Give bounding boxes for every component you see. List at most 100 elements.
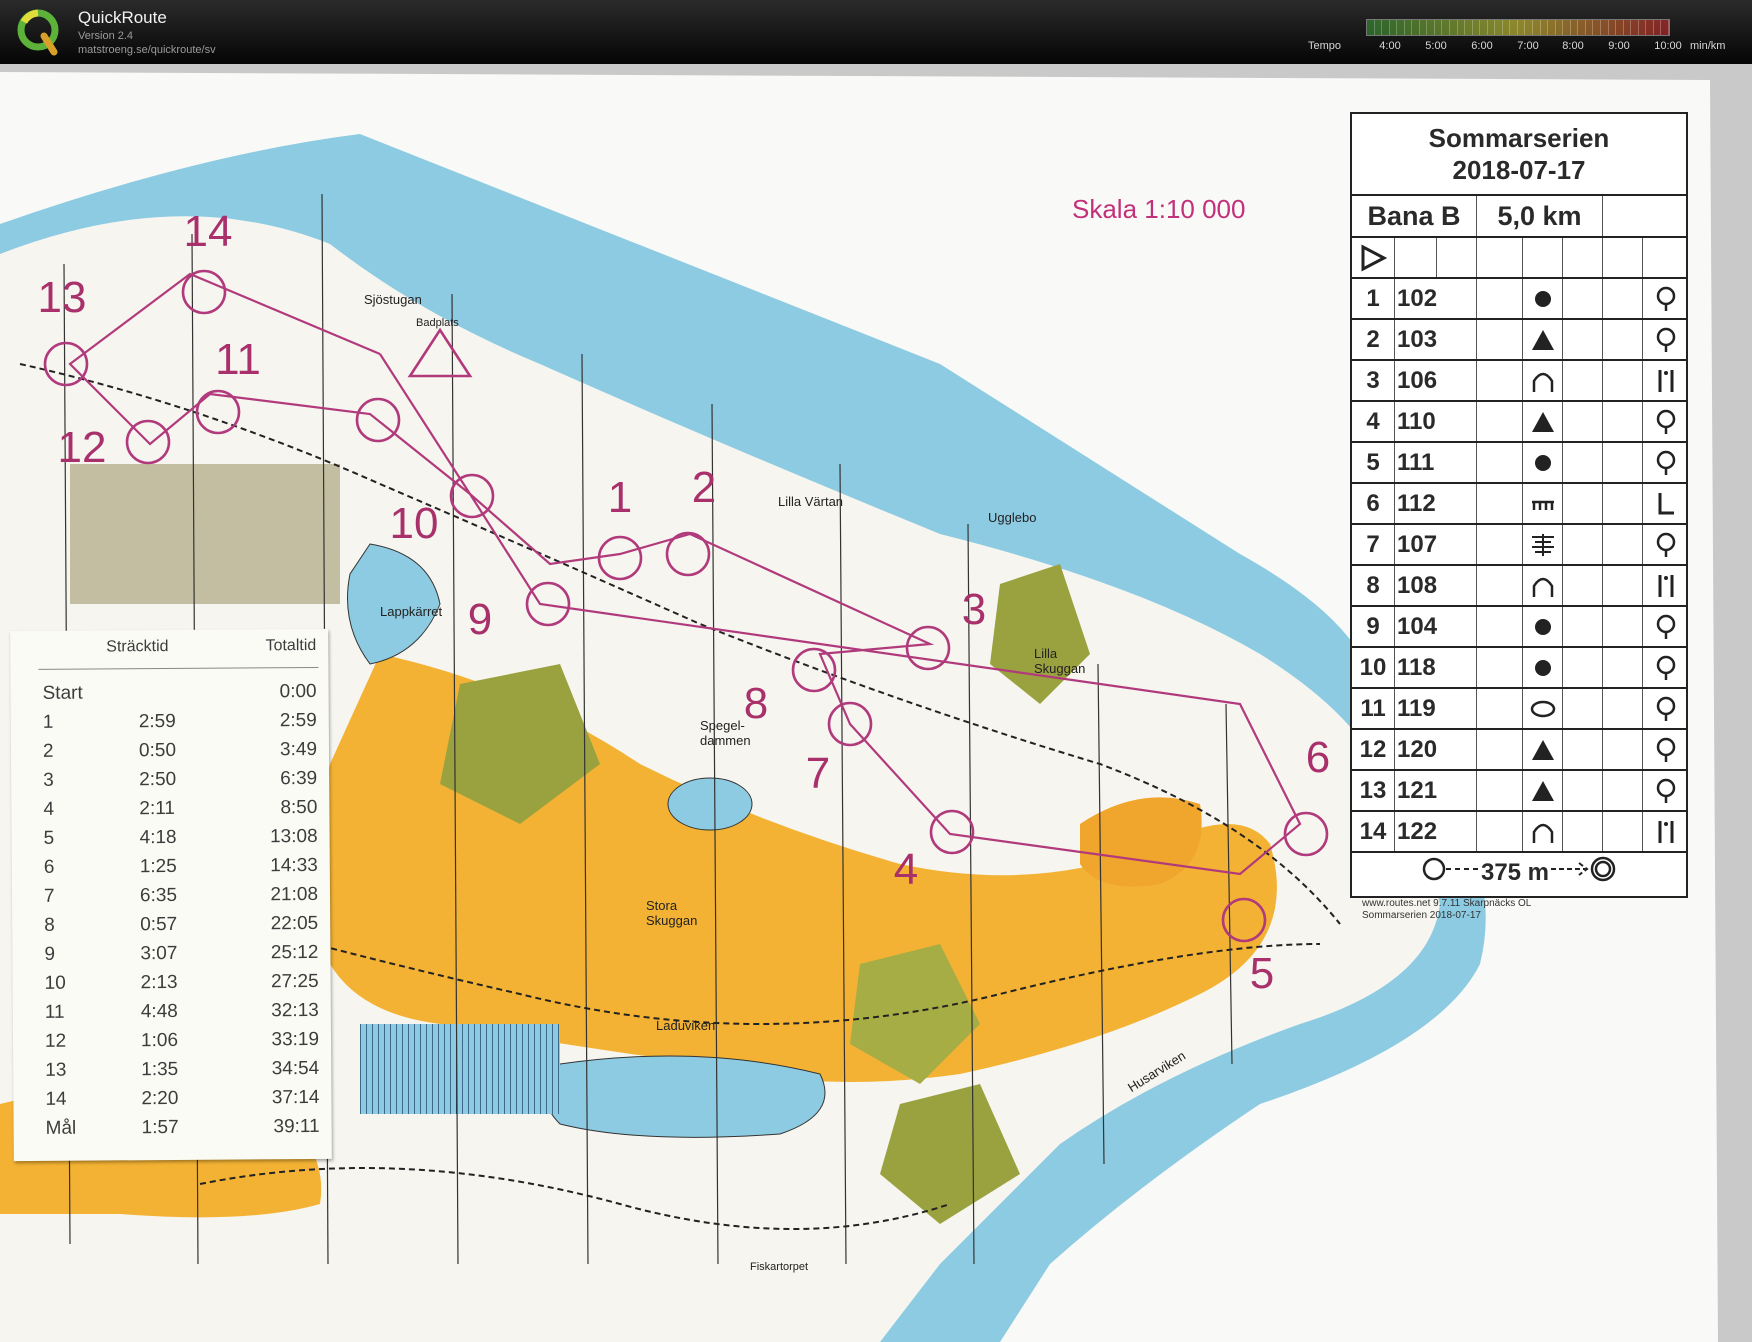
blank-cell: [1602, 771, 1642, 810]
tempo-tick: 10:00: [1654, 40, 1682, 52]
knoll-icon: [1642, 402, 1688, 441]
total-time-header: Totaltid: [265, 636, 317, 655]
blank-cell: [1476, 361, 1522, 400]
control-number: 10: [389, 499, 439, 548]
blank-cell: [1562, 730, 1602, 769]
blank-cell: [1476, 566, 1522, 605]
finish-row: 375 m: [1352, 851, 1688, 892]
control-description-sheet: Sommarserien 2018-07-17 Bana B 5,0 km 1 102…: [1350, 112, 1688, 898]
control-row: 7 107: [1352, 523, 1688, 564]
dot-icon: [1522, 279, 1562, 318]
tempo-segment: [1434, 20, 1443, 35]
tempo-segment: [1548, 20, 1556, 35]
blank-cell: [1602, 566, 1642, 605]
tempo-segment: [1570, 20, 1579, 35]
tempo-segment: [1510, 20, 1518, 35]
control-number: 5: [1249, 949, 1275, 998]
blank-cell: [1476, 812, 1522, 851]
app-url[interactable]: matstroeng.se/quickroute/sv: [78, 44, 216, 56]
control-number: 6: [1305, 733, 1331, 782]
triangle-icon: [1522, 320, 1562, 359]
place-name: Ugglebo: [988, 510, 1037, 525]
split-leg-time: 2:20: [141, 1087, 179, 1110]
bar-icon: [1642, 812, 1688, 851]
tempo-segment: [1450, 20, 1458, 35]
circle-start-icon: [1421, 856, 1481, 889]
knoll-icon: [1642, 525, 1688, 564]
course-header-row: Bana B 5,0 km: [1352, 194, 1688, 236]
split-total-time: 32:13: [271, 999, 319, 1022]
split-control: 5: [43, 827, 55, 849]
control-number: 3: [961, 585, 987, 634]
tempo-segment: [1495, 20, 1503, 35]
split-control: 11: [44, 1001, 65, 1023]
event-date: 2018-07-17: [1452, 155, 1586, 185]
split-control: 6: [43, 856, 55, 878]
control-order: 1: [1366, 284, 1380, 312]
split-total-time: 21:08: [270, 883, 319, 906]
knoll-icon: [1642, 320, 1688, 359]
split-leg-time: 6:35: [139, 884, 178, 907]
blank-cell: [1602, 648, 1642, 687]
split-leg-time: 0:57: [140, 913, 178, 936]
control-order: 5: [1366, 448, 1380, 476]
blank-cell: [1562, 279, 1602, 318]
split-row: 13 1:35 34:54: [13, 1058, 331, 1089]
event-name: Sommarserien: [1428, 123, 1610, 153]
control-number: 2: [691, 463, 717, 512]
place-name: Lilla Värtan: [778, 494, 844, 509]
control-number: 14: [183, 207, 233, 256]
map-viewport[interactable]: 1 2 3 4 5 6 7 8 9 10 11 12 13 14 Sjöstug…: [0, 64, 1752, 1342]
blank-cell: [1562, 320, 1602, 359]
control-row: 14 122: [1352, 810, 1688, 851]
tempo-segment: [1525, 20, 1534, 35]
credit-line: www.routes.net 9.7.11 Skarpnäcks OL: [1362, 898, 1532, 909]
split-leg-time: 3:07: [140, 942, 178, 965]
control-code: 103: [1394, 320, 1476, 359]
control-number: 12: [57, 423, 107, 472]
tempo-segment: [1631, 20, 1639, 35]
blank-cell: [1562, 607, 1602, 646]
control-code: 118: [1394, 648, 1476, 687]
control-order: 11: [1360, 694, 1386, 722]
control-order: 8: [1366, 571, 1380, 599]
split-row: 10 2:13 27:25: [13, 971, 331, 1002]
blank-cell: [1522, 238, 1562, 277]
control-order: 10: [1359, 653, 1387, 681]
place-name: Spegel-dammen: [700, 718, 751, 748]
split-total-time: 22:05: [270, 912, 319, 935]
triangle-icon: [1522, 730, 1562, 769]
place-name: Fiskartorpet: [750, 1261, 809, 1273]
quickroute-logo-icon: [17, 9, 59, 56]
knoll-icon: [1642, 689, 1688, 728]
cliff-icon: [1522, 361, 1562, 400]
oval-icon: [1522, 689, 1562, 728]
blank-cell: [1562, 689, 1602, 728]
split-control: 2: [42, 740, 54, 762]
knoll-icon: [1642, 771, 1688, 810]
control-number: 9: [467, 595, 493, 644]
tempo-segment: [1623, 20, 1632, 35]
split-row: 6 1:25 14:33: [12, 855, 330, 886]
blank-cell: [1562, 402, 1602, 441]
blank-cell: [1562, 361, 1602, 400]
tempo-tick: 7:00: [1517, 40, 1539, 52]
blank-cell: [1562, 812, 1602, 851]
tempo-segment: [1442, 20, 1451, 35]
split-total-time: 33:19: [271, 1028, 320, 1051]
control-number: 1: [607, 473, 633, 522]
blank-cell: [1602, 607, 1642, 646]
blank-cell: [1562, 566, 1602, 605]
triangle-icon: [1522, 771, 1562, 810]
tempo-tick: 8:00: [1562, 40, 1584, 52]
split-total-time: 3:49: [279, 738, 318, 761]
blank-cell: [1602, 812, 1642, 851]
app-header: QuickRoute Version 2.4 matstroeng.se/qui…: [0, 0, 1752, 64]
split-leg-time: 1:25: [139, 855, 177, 878]
tempo-segment: [1661, 20, 1669, 35]
blank-cell: [1602, 238, 1642, 277]
map-scale: Skala 1:10 000: [1072, 194, 1246, 224]
control-code: 106: [1394, 361, 1476, 400]
corner-icon: [1642, 484, 1688, 523]
tempo-segment: [1457, 20, 1466, 35]
